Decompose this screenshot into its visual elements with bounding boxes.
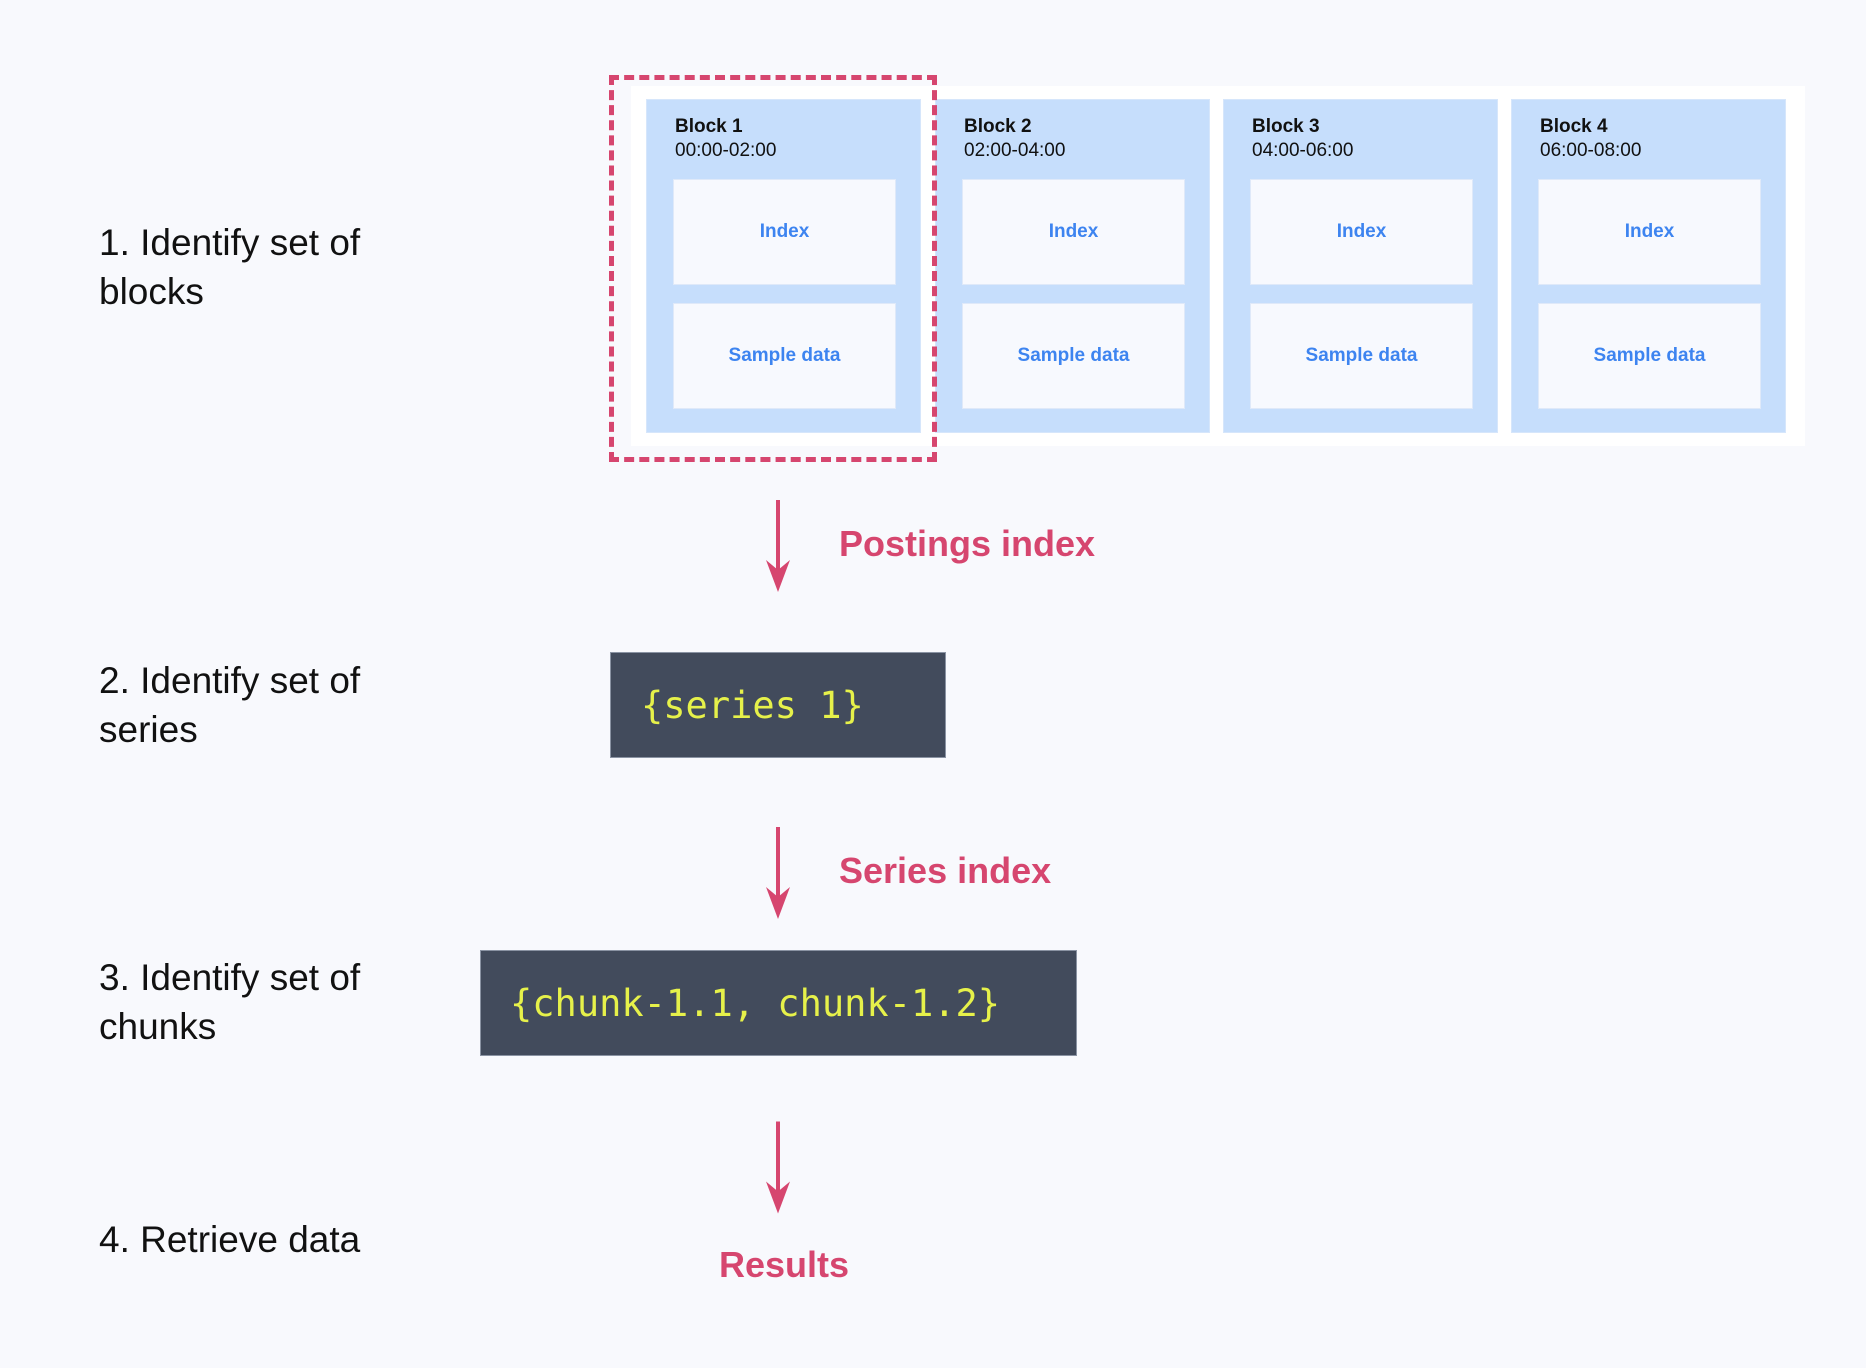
- block-4: Block 4 06:00-08:00 Index Sample data: [1511, 99, 1786, 433]
- block-sample-data: Sample data: [1538, 303, 1761, 409]
- block-time-range: 02:00-04:00: [964, 140, 1066, 161]
- down-arrow-icon: [766, 500, 790, 592]
- block-sample-data: Sample data: [962, 303, 1185, 409]
- block-index: Index: [1538, 179, 1761, 285]
- block-2: Block 2 02:00-04:00 Index Sample data: [935, 99, 1210, 433]
- chunk-set-box: {chunk-1.1, chunk-1.2}: [480, 950, 1077, 1056]
- block-time-range: 04:00-06:00: [1252, 140, 1354, 161]
- down-arrow-icon: [766, 1121, 790, 1214]
- block-index: Index: [1250, 179, 1473, 285]
- block-sample-data: Sample data: [1250, 303, 1473, 409]
- postings-index-label: Postings index: [839, 523, 1096, 564]
- results-label: Results: [719, 1244, 850, 1285]
- block-time-range: 06:00-08:00: [1540, 140, 1642, 161]
- step-2-label: 2. Identify set of series: [99, 660, 361, 750]
- series-set-box: {series 1}: [610, 652, 946, 758]
- block-title: Block 2: [964, 116, 1032, 137]
- series-set-text: {series 1}: [641, 683, 864, 727]
- series-index-label: Series index: [839, 850, 1052, 891]
- block-title: Block 4: [1540, 116, 1608, 137]
- chunk-set-text: {chunk-1.1, chunk-1.2}: [510, 981, 1001, 1025]
- down-arrow-icon: [766, 827, 790, 919]
- step-4-label: 4. Retrieve data: [99, 1219, 361, 1260]
- block-title: Block 3: [1252, 116, 1320, 137]
- selected-block-highlight: [609, 75, 937, 462]
- step-3-label: 3. Identify set of chunks: [99, 957, 361, 1047]
- step-1-label: 1. Identify set of blocks: [99, 222, 361, 312]
- block-3: Block 3 04:00-06:00 Index Sample data: [1223, 99, 1498, 433]
- block-index: Index: [962, 179, 1185, 285]
